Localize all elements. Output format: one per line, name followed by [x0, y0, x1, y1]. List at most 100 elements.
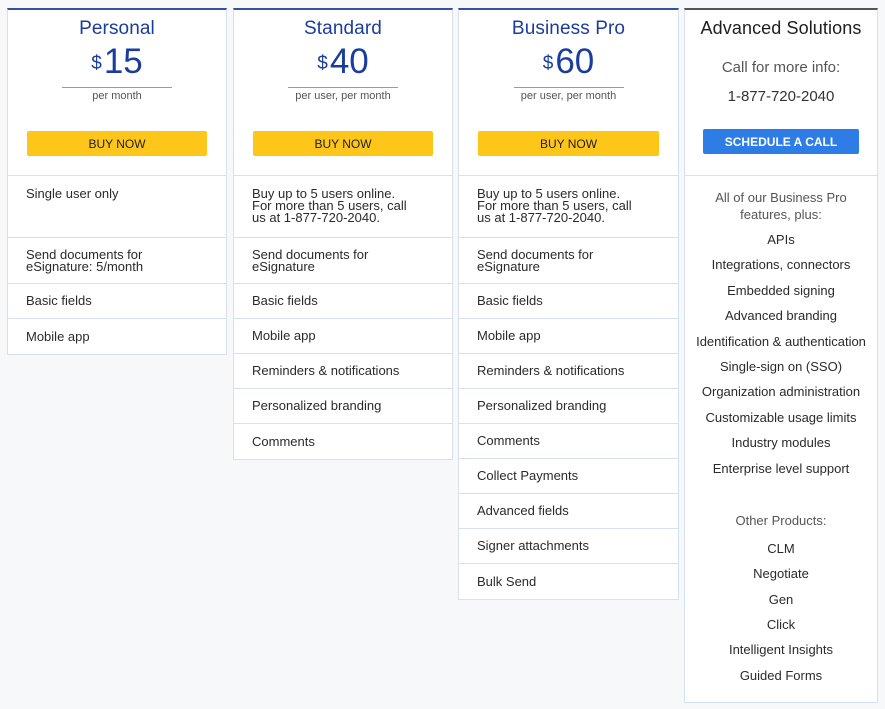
- feature-row: Mobile app: [459, 319, 678, 354]
- feature-list: Buy up to 5 users online. For more than …: [459, 176, 678, 599]
- feature-text: Send documents for eSignature: [477, 247, 594, 274]
- feature-row: Personalized branding: [234, 389, 452, 424]
- plan-price: $60: [459, 44, 678, 80]
- price-divider: [62, 87, 172, 88]
- feature-row: Comments: [459, 424, 678, 459]
- feature-text: Signer attachments: [477, 538, 590, 553]
- other-product: Intelligent Insights: [728, 642, 834, 658]
- feature-row: Buy up to 5 users online. For more than …: [459, 176, 678, 238]
- feature-text: Personalized branding: [252, 398, 382, 413]
- feature-text: Collect Payments: [477, 468, 579, 483]
- plan-header: Personal $15 per month BUY NOW: [8, 10, 226, 176]
- plan-card-standard: Standard $40 per user, per month BUY NOW…: [233, 8, 453, 460]
- currency-symbol: $: [317, 53, 328, 74]
- plan-header: Business Pro $60 per user, per month BUY…: [459, 10, 678, 176]
- plan-card-business-pro: Business Pro $60 per user, per month BUY…: [458, 8, 679, 600]
- currency-symbol: $: [542, 53, 554, 74]
- feature-text: Single user only: [26, 186, 119, 201]
- other-product: CLM: [767, 540, 795, 556]
- advanced-intro: All of our Business Pro features, plus:: [715, 190, 847, 222]
- other-products-label: Other Products:: [735, 512, 827, 528]
- plan-header: Advanced Solutions Call for more info: 1…: [685, 10, 877, 176]
- other-product: Guided Forms: [739, 667, 823, 683]
- plan-header: Standard $40 per user, per month BUY NOW: [234, 10, 452, 176]
- feature-row: Send documents for eSignature: [459, 238, 678, 284]
- buy-now-button[interactable]: BUY NOW: [27, 131, 207, 156]
- plan-card-personal: Personal $15 per month BUY NOW Single us…: [7, 8, 227, 355]
- feature-text: Bulk Send: [477, 573, 537, 589]
- feature-row: Basic fields: [234, 284, 452, 319]
- feature-text: Send documents for eSignature: [252, 247, 369, 274]
- feature-row: Mobile app: [8, 319, 226, 354]
- feature-text: Mobile app: [252, 328, 316, 343]
- feature-row: Bulk Send: [459, 564, 678, 599]
- feature-row: Send documents for eSignature: [234, 238, 452, 284]
- advanced-feature: Integrations, connectors: [711, 257, 851, 273]
- price-divider: [288, 87, 398, 88]
- feature-text: Mobile app: [477, 328, 541, 343]
- feature-text: Reminders & notifications: [252, 363, 400, 378]
- buy-now-button[interactable]: BUY NOW: [478, 131, 659, 156]
- plan-name: Advanced Solutions: [700, 18, 862, 38]
- price-period: per month: [92, 90, 142, 102]
- feature-row: Basic fields: [459, 284, 678, 319]
- feature-text: Comments: [477, 433, 540, 448]
- other-product: Click: [766, 617, 796, 633]
- currency-symbol: $: [91, 53, 102, 74]
- feature-text: Basic fields: [26, 293, 92, 308]
- feature-row: Personalized branding: [459, 389, 678, 424]
- feature-text: Mobile app: [26, 328, 90, 344]
- feature-row: Advanced fields: [459, 494, 678, 529]
- phone-number: 1-877-720-2040: [727, 88, 835, 105]
- advanced-feature: Identification & authentication: [696, 333, 866, 349]
- price-divider: [513, 87, 624, 88]
- price-period: per user, per month: [520, 90, 617, 102]
- feature-row: Buy up to 5 users online. For more than …: [234, 176, 452, 238]
- advanced-feature: Customizable usage limits: [705, 409, 857, 425]
- feature-text: Basic fields: [252, 293, 318, 308]
- feature-row: Single user only: [8, 176, 226, 238]
- feature-text: Reminders & notifications: [477, 363, 625, 378]
- advanced-feature: Enterprise level support: [712, 460, 850, 476]
- schedule-call-button[interactable]: SCHEDULE A CALL: [703, 129, 859, 154]
- feature-row: Reminders & notifications: [234, 354, 452, 389]
- feature-list: Single user only Send documents for eSig…: [8, 176, 226, 354]
- plan-card-advanced-solutions: Advanced Solutions Call for more info: 1…: [684, 8, 878, 703]
- price-amount: 40: [329, 42, 369, 81]
- buy-now-button[interactable]: BUY NOW: [253, 131, 433, 156]
- call-label: Call for more info:: [721, 59, 841, 76]
- feature-text: Buy up to 5 users online. For more than …: [477, 186, 632, 225]
- plan-price: $15: [8, 44, 226, 80]
- feature-text: Advanced fields: [477, 503, 569, 518]
- price-period: per user, per month: [295, 90, 391, 102]
- feature-text: Buy up to 5 users online. For more than …: [252, 186, 407, 225]
- price-amount: 15: [103, 42, 143, 81]
- other-product: Gen: [768, 591, 794, 607]
- advanced-feature: Single-sign on (SSO): [719, 358, 843, 374]
- advanced-feature: APIs: [767, 232, 795, 247]
- plan-name: Personal: [79, 18, 155, 39]
- advanced-feature: Organization administration: [701, 384, 861, 400]
- feature-row: Collect Payments: [459, 459, 678, 494]
- feature-row: Send documents for eSignature: 5/month: [8, 238, 226, 284]
- advanced-feature: Embedded signing: [727, 282, 835, 298]
- plan-name: Standard: [304, 18, 382, 39]
- feature-text: Basic fields: [477, 293, 543, 308]
- plan-name: Business Pro: [511, 18, 626, 39]
- price-amount: 60: [555, 42, 595, 81]
- feature-row: Mobile app: [234, 319, 452, 354]
- feature-row: Comments: [234, 424, 452, 459]
- feature-text: Comments: [252, 433, 315, 449]
- feature-text: Send documents for eSignature: 5/month: [26, 247, 144, 274]
- feature-row: Basic fields: [8, 284, 226, 319]
- feature-list: Buy up to 5 users online. For more than …: [234, 176, 452, 459]
- advanced-feature: Advanced branding: [724, 308, 838, 324]
- feature-row: Reminders & notifications: [459, 354, 678, 389]
- other-product: Negotiate: [753, 566, 809, 582]
- advanced-feature: Industry modules: [731, 435, 831, 451]
- plan-price: $40: [234, 44, 452, 80]
- advanced-feature-list: All of our Business Pro features, plus: …: [685, 176, 877, 684]
- feature-row: Signer attachments: [459, 529, 678, 564]
- feature-text: Personalized branding: [477, 398, 607, 413]
